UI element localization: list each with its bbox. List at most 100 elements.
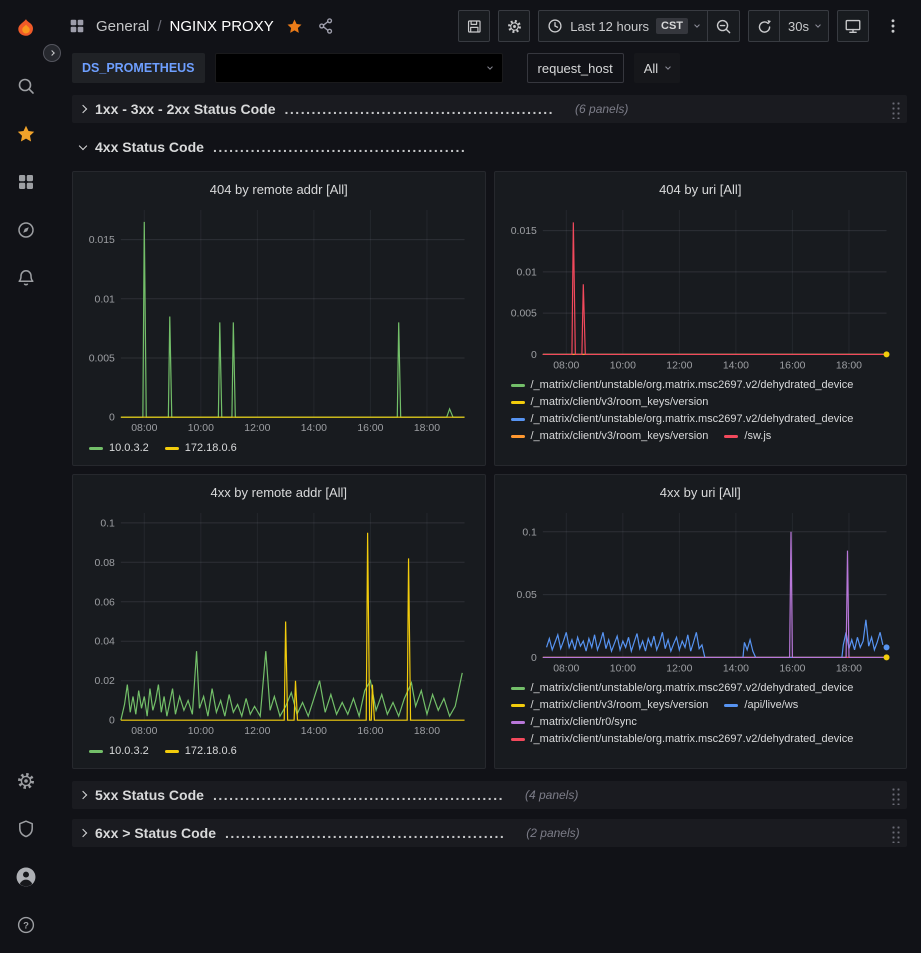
chevron-right-icon <box>49 50 55 56</box>
chevron-down-icon <box>694 22 700 28</box>
legend-item[interactable]: 172.18.0.6 <box>165 442 237 454</box>
panel-title[interactable]: 404 by uri [All] <box>503 178 899 202</box>
legend-item[interactable]: /_matrix/client/r0/sync <box>511 716 637 728</box>
row-header-5xx[interactable]: 5xx Status Code ........................… <box>72 781 907 809</box>
refresh-group: 30s <box>748 10 829 42</box>
legend-item[interactable]: /sw.js <box>724 430 771 442</box>
explore-compass-icon[interactable] <box>0 206 52 254</box>
time-range-picker[interactable]: Last 12 hours CST <box>538 10 708 42</box>
row-leader-dots: ........................................… <box>213 787 504 803</box>
grafana-app: ? General / NGINX PROXY <box>0 0 921 953</box>
series-end-dot <box>883 351 889 357</box>
chevron-right-icon <box>79 791 87 799</box>
x-axis-label: 12:00 <box>244 726 270 737</box>
legend-item[interactable]: /_matrix/client/unstable/org.matrix.msc2… <box>511 682 854 694</box>
panel-404-by-remote-addr: 404 by remote addr [All] 08:0010:0012:00… <box>72 171 486 466</box>
dashboard-scroll-area: 1xx - 3xx - 2xx Status Code ............… <box>52 88 921 953</box>
y-axis-label: 0.04 <box>95 637 116 648</box>
legend-label: /api/live/ws <box>744 699 798 711</box>
panel-title[interactable]: 4xx by uri [All] <box>503 481 899 505</box>
save-dashboard-button[interactable] <box>458 10 490 42</box>
panel-title[interactable]: 4xx by remote addr [All] <box>81 481 477 505</box>
y-axis-label: 0 <box>531 350 537 361</box>
timeseries-chart[interactable]: 08:0010:0012:0014:0016:0018:0000.0050.01… <box>503 202 899 376</box>
kebab-menu-icon[interactable] <box>877 10 909 42</box>
settings-gear-icon[interactable] <box>0 757 52 805</box>
row-header-1xx-3xx-2xx[interactable]: 1xx - 3xx - 2xx Status Code ............… <box>72 95 907 123</box>
breadcrumb-dashboard-title[interactable]: NGINX PROXY <box>170 18 274 35</box>
legend-swatch <box>511 435 525 438</box>
variable-request-host-label[interactable]: request_host <box>527 53 624 83</box>
legend-item[interactable]: /_matrix/client/unstable/org.matrix.msc2… <box>511 413 854 425</box>
variable-request-host-selected: All <box>644 61 658 76</box>
favorite-star-icon[interactable] <box>286 18 303 35</box>
template-variables-bar: DS_PROMETHEUS request_host All <box>52 52 921 88</box>
dashboard-settings-button[interactable] <box>498 10 530 42</box>
sidebar-expand-button[interactable] <box>43 44 61 62</box>
search-icon[interactable] <box>0 62 52 110</box>
server-admin-shield-icon[interactable] <box>0 805 52 853</box>
breadcrumb-separator: / <box>157 18 161 35</box>
legend-item[interactable]: /_matrix/client/unstable/org.matrix.msc2… <box>511 733 854 745</box>
variable-ds-prometheus-label[interactable]: DS_PROMETHEUS <box>72 53 205 83</box>
variable-request-host-value[interactable]: All <box>634 53 680 83</box>
x-axis-label: 18:00 <box>414 423 440 434</box>
legend-swatch <box>511 418 525 421</box>
legend-label: /_matrix/client/unstable/org.matrix.msc2… <box>531 413 854 425</box>
y-axis-label: 0.06 <box>95 597 116 608</box>
row-header-6xx[interactable]: 6xx > Status Code ......................… <box>72 819 907 847</box>
alerting-bell-icon[interactable] <box>0 254 52 302</box>
variable-ds-prometheus-value[interactable] <box>215 53 503 83</box>
row-drag-handle[interactable] <box>890 786 901 805</box>
share-icon[interactable] <box>317 17 335 35</box>
starred-icon[interactable] <box>0 110 52 158</box>
legend-item[interactable]: /_matrix/client/v3/room_keys/version <box>511 430 709 442</box>
x-axis-label: 14:00 <box>301 726 327 737</box>
x-axis-label: 16:00 <box>357 726 383 737</box>
legend-item[interactable]: /_matrix/client/v3/room_keys/version <box>511 699 709 711</box>
tv-mode-button[interactable] <box>837 10 869 42</box>
chart-legend: 10.0.3.2 172.18.0.6 <box>81 439 477 454</box>
legend-item[interactable]: 10.0.3.2 <box>89 745 149 757</box>
legend-swatch <box>511 687 525 690</box>
timeseries-chart[interactable]: 08:0010:0012:0014:0016:0018:0000.0050.01… <box>81 202 477 439</box>
legend-swatch <box>724 704 738 707</box>
panel-title[interactable]: 404 by remote addr [All] <box>81 178 477 202</box>
refresh-interval-dropdown[interactable]: 30s <box>780 10 829 42</box>
breadcrumb-folder[interactable]: General <box>96 18 149 35</box>
user-avatar[interactable] <box>0 853 52 901</box>
timeseries-chart[interactable]: 08:0010:0012:0014:0016:0018:0000.050.1 <box>503 505 899 679</box>
chevron-down-icon <box>487 64 493 70</box>
refresh-button[interactable] <box>748 10 780 42</box>
legend-item[interactable]: /_matrix/client/unstable/org.matrix.msc2… <box>511 379 854 391</box>
y-axis-label: 0.015 <box>510 226 536 237</box>
row-drag-handle[interactable] <box>890 824 901 843</box>
legend-swatch <box>89 447 103 450</box>
legend-label: 10.0.3.2 <box>109 745 149 757</box>
x-axis-label: 10:00 <box>609 663 635 674</box>
legend-item[interactable]: 10.0.3.2 <box>89 442 149 454</box>
x-axis-label: 08:00 <box>553 663 579 674</box>
dashboard-toolbar: General / NGINX PROXY <box>52 0 921 52</box>
zoom-out-button[interactable] <box>708 10 740 42</box>
legend-swatch <box>165 447 179 450</box>
series-end-dot <box>883 654 889 660</box>
x-axis-label: 12:00 <box>244 423 270 434</box>
help-icon[interactable]: ? <box>0 901 52 949</box>
gear-icon <box>506 18 523 35</box>
zoom-out-icon <box>715 18 732 35</box>
legend-item[interactable]: /api/live/ws <box>724 699 798 711</box>
legend-item[interactable]: 172.18.0.6 <box>165 745 237 757</box>
row-drag-handle[interactable] <box>890 100 901 119</box>
series-line-10.0.3.2 <box>121 222 465 417</box>
dashboards-icon[interactable] <box>0 158 52 206</box>
chevron-right-icon <box>79 829 87 837</box>
y-axis-label: 0.01 <box>95 294 116 305</box>
legend-label: 172.18.0.6 <box>185 745 237 757</box>
legend-item[interactable]: /_matrix/client/v3/room_keys/version <box>511 396 709 408</box>
timeseries-chart[interactable]: 08:0010:0012:0014:0016:0018:0000.020.040… <box>81 505 477 742</box>
panel-grid-4xx: 404 by remote addr [All] 08:0010:0012:00… <box>72 171 907 769</box>
row-header-4xx[interactable]: 4xx Status Code ........................… <box>72 133 907 161</box>
legend-swatch <box>511 384 525 387</box>
panel-4xx-by-uri: 4xx by uri [All] 08:0010:0012:0014:0016:… <box>494 474 908 769</box>
